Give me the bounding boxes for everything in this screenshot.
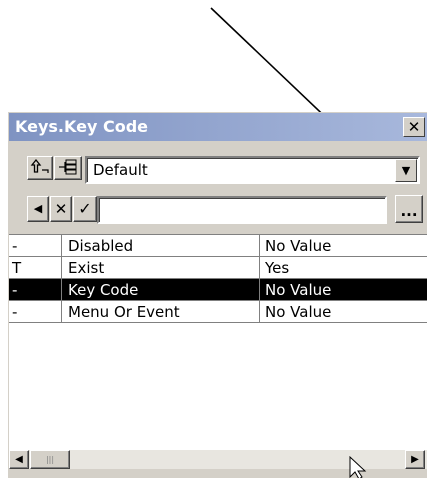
table-row-selected[interactable]: - Key Code No Value [9,279,427,301]
mouse-cursor-icon [349,456,367,478]
row-flag: - [12,237,18,255]
combo-value: Default [93,161,148,179]
hierarchy-icon [59,159,77,175]
up-level-button[interactable] [27,156,53,180]
combo-dropdown-button[interactable]: ▼ [395,159,417,182]
property-name: Key Code [61,279,259,301]
window-title: Keys.Key Code [15,117,149,136]
up-level-icon [30,158,49,173]
scroll-left-icon: ◀ [15,454,23,465]
scroll-right-icon: ▶ [411,454,419,465]
property-value: No Value [259,279,427,301]
value-input[interactable] [97,196,387,224]
context-combobox[interactable]: Default ▼ [85,156,420,184]
close-icon: ✕ [407,118,421,136]
accept-button[interactable]: ✓ [73,196,97,222]
properties-window: Keys.Key Code ✕ Default ▼ ◀ ✕ ✓ ... - Di… [8,112,427,478]
back-button[interactable]: ◀ [27,196,49,222]
property-name: Menu Or Event [61,301,259,323]
ellipsis-button[interactable]: ... [395,195,423,223]
property-value: Yes [259,257,427,279]
close-button[interactable]: ✕ [403,117,425,137]
property-name: Exist [61,257,259,279]
row-flag: T [12,259,22,277]
hierarchy-button[interactable] [54,156,82,180]
grip-icon: ||| [45,455,55,464]
title-bar: Keys.Key Code ✕ [9,113,427,141]
chevron-down-icon: ▼ [401,164,411,177]
row-flag: - [12,281,18,299]
property-value: No Value [259,235,427,257]
scroll-thumb[interactable]: ||| [30,450,70,469]
property-name: Disabled [61,235,259,257]
scroll-left-button[interactable]: ◀ [9,450,29,469]
property-value: No Value [259,301,427,323]
row-flag: - [12,303,18,321]
left-arrow-icon: ◀ [33,202,43,215]
table-row[interactable]: T Exist Yes [9,257,427,279]
table-row[interactable]: - Menu Or Event No Value [9,301,427,323]
cancel-button[interactable]: ✕ [50,196,72,222]
property-grid: - Disabled No Value T Exist Yes - Key Co… [9,234,427,451]
ellipsis-label: ... [400,202,418,220]
close-icon: ✕ [54,200,68,218]
checkmark-icon: ✓ [78,199,92,218]
scroll-right-button[interactable]: ▶ [405,450,425,469]
table-row[interactable]: - Disabled No Value [9,235,427,257]
